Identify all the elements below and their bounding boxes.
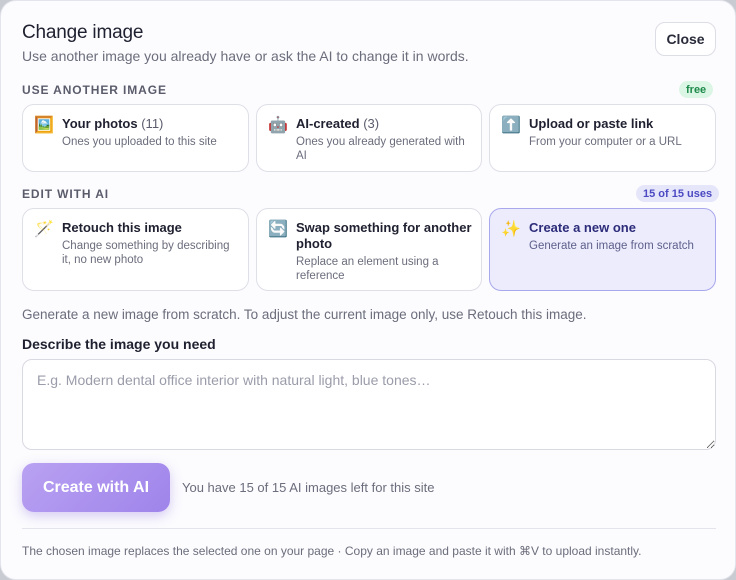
swap-arrows-icon: 🔄 bbox=[268, 221, 288, 238]
create-with-ai-button[interactable]: Create with AI bbox=[22, 463, 170, 512]
card-retouch[interactable]: 🪄 Retouch this image Change something by… bbox=[22, 208, 249, 291]
card-create-new[interactable]: ✨ Create a new one Generate an image fro… bbox=[489, 208, 716, 291]
card-title: Retouch this image bbox=[62, 220, 182, 235]
footer-text: The chosen image replaces the selected o… bbox=[22, 544, 642, 558]
card-title: Upload or paste link bbox=[529, 116, 707, 132]
card-title-text: AI-created bbox=[296, 116, 360, 131]
divider bbox=[22, 528, 716, 529]
card-title: AI-created (3) bbox=[296, 116, 473, 132]
prompt-input[interactable] bbox=[22, 359, 716, 450]
card-title: Create a new one bbox=[529, 220, 636, 235]
magic-wand-icon: 🪄 bbox=[34, 221, 54, 238]
card-description: From your computer or a URL bbox=[529, 136, 682, 148]
card-description: Replace an element using a reference bbox=[296, 256, 439, 282]
dialog-subtitle: Use another image you already have or as… bbox=[22, 48, 469, 64]
card-title-text: Upload or paste link bbox=[529, 116, 654, 131]
card-swap[interactable]: 🔄 Swap something for another photo Repla… bbox=[256, 208, 482, 291]
prompt-label: Describe the image you need bbox=[22, 336, 216, 352]
close-button[interactable]: Close bbox=[655, 22, 716, 56]
card-ai-created[interactable]: 🤖 AI-created (3) Ones you already genera… bbox=[256, 104, 482, 172]
framed-picture-icon: 🖼️ bbox=[34, 117, 54, 134]
card-count: (11) bbox=[141, 116, 164, 131]
card-upload-or-paste[interactable]: ⬆️ Upload or paste link From your comput… bbox=[489, 104, 716, 172]
upload-arrow-icon: ⬆️ bbox=[501, 117, 521, 134]
dialog-title: Change image bbox=[22, 22, 144, 43]
card-title: Your photos (11) bbox=[62, 116, 240, 132]
card-count: (3) bbox=[363, 116, 380, 131]
card-description: Ones you already generated with AI bbox=[296, 136, 465, 162]
card-description: Generate an image from scratch bbox=[529, 240, 694, 252]
card-title-text: Your photos bbox=[62, 116, 138, 131]
card-your-photos[interactable]: 🖼️ Your photos (11) Ones you uploaded to… bbox=[22, 104, 249, 172]
card-title: Swap something for another photo bbox=[296, 220, 472, 251]
card-description: Ones you uploaded to this site bbox=[62, 136, 217, 148]
quota-text: You have 15 of 15 AI images left for thi… bbox=[182, 480, 435, 495]
sparkles-icon: ✨ bbox=[501, 221, 521, 238]
card-description: Change something by describing it, no ne… bbox=[62, 240, 230, 266]
section-label-edit-with-ai: EDIT WITH AI bbox=[22, 187, 110, 201]
info-text: Generate a new image from scratch. To ad… bbox=[22, 307, 587, 322]
change-image-dialog: Change image Use another image you alrea… bbox=[0, 0, 736, 580]
free-badge: free bbox=[679, 81, 714, 98]
section-label-use-another: USE ANOTHER IMAGE bbox=[22, 83, 167, 97]
uses-badge: 15 of 15 uses bbox=[636, 185, 720, 202]
robot-icon: 🤖 bbox=[268, 117, 288, 134]
